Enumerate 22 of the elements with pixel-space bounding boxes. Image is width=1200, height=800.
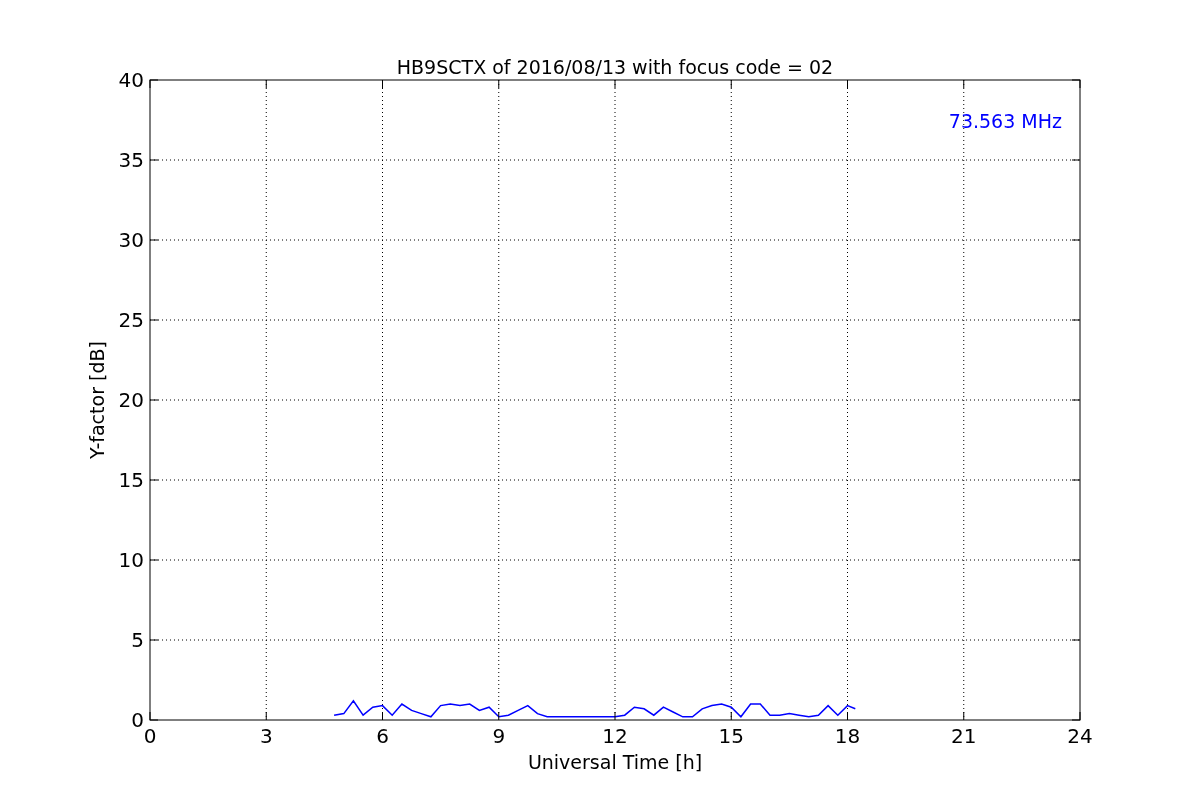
tick-label: 18 (834, 724, 861, 748)
tick-label: 6 (376, 724, 389, 748)
chart-title: HB9SCTX of 2016/08/13 with focus code = 02 (396, 56, 834, 78)
tick-label: 20 (118, 388, 144, 412)
tick-label: 15 (118, 468, 144, 492)
tick-label: 40 (118, 68, 144, 92)
tick-label: 25 (118, 308, 144, 332)
tick-label: 10 (118, 548, 144, 572)
tick-label: 0 (131, 708, 144, 732)
tick-label: 30 (118, 228, 144, 252)
axis-label: Y-factor [dB] (86, 341, 108, 459)
tick-label: 3 (259, 724, 273, 748)
tick-label: 9 (492, 724, 506, 748)
axis-label: Universal Time [h] (527, 751, 703, 773)
annotation-label: 73.563 MHz (948, 110, 1062, 132)
tick-label: 21 (951, 724, 977, 748)
tick-label: 15 (718, 724, 744, 748)
tick-label: 35 (118, 148, 144, 172)
tick-label: 24 (1067, 724, 1093, 748)
tick-label: 5 (131, 628, 144, 652)
tick-label: 12 (602, 724, 628, 748)
tick-label: 0 (143, 724, 157, 748)
